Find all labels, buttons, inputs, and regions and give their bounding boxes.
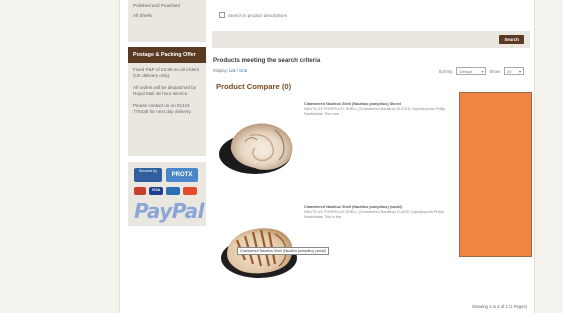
category-links: Polished and Poarlised All Shells bbox=[128, 0, 206, 42]
protx-logo: PROTX bbox=[166, 168, 198, 182]
search-description-option: Search in product descriptions bbox=[219, 12, 287, 18]
chevron-down-icon: ▾ bbox=[481, 68, 484, 74]
secured-by-badge: Secured by bbox=[134, 168, 162, 182]
search-bar: Search bbox=[212, 31, 530, 48]
product-compare-link[interactable]: Product Compare (0) bbox=[216, 82, 291, 91]
display-list-link[interactable]: List bbox=[229, 68, 236, 73]
product-image[interactable] bbox=[215, 112, 301, 178]
product-description: NAUTILUS POMPILIUS SHELL (Chambered Naut… bbox=[304, 210, 444, 219]
search-button[interactable]: Search bbox=[499, 35, 524, 44]
sidebar: Polished and Poarlised All Shells Postag… bbox=[128, 0, 206, 313]
product-tooltip: Chambered Nautilus Shell (Nautilus pompi… bbox=[237, 247, 330, 255]
display-grid-link[interactable]: Grid bbox=[239, 68, 247, 73]
paypal-logo: PayPal bbox=[134, 199, 205, 223]
sort-label: Sort By: bbox=[438, 68, 454, 74]
visa-card-icon: VISA bbox=[149, 187, 163, 195]
results-heading: Products meeting the search criteria bbox=[213, 57, 321, 64]
search-description-label: Search in product descriptions bbox=[228, 12, 288, 18]
show-label: Show: bbox=[489, 68, 501, 74]
product-details: Chambered Nautilus Shell (Nautilus pompi… bbox=[304, 205, 450, 220]
product-details: Chambered Nautilus Shell (Nautilus pompi… bbox=[304, 102, 450, 117]
payment-logos: Secured by PROTX VISA PayPal bbox=[128, 162, 206, 226]
product-description: NAUTILUS POMPILIUS SHELL (Chambered Naut… bbox=[304, 107, 446, 116]
advertisement-banner[interactable] bbox=[459, 92, 532, 257]
chevron-down-icon: ▾ bbox=[518, 68, 521, 74]
offer-text: Please contact us on 01424 775438 for ne… bbox=[133, 103, 192, 114]
maestro-card-icon bbox=[134, 187, 146, 195]
show-select[interactable]: 20 ▾ bbox=[504, 67, 524, 75]
display-label: Display: bbox=[213, 68, 228, 73]
postage-offer-box: Fixed P&P of £3.95 on all orders (UK del… bbox=[128, 63, 206, 156]
display-toggle: Display: List / Grid bbox=[213, 68, 248, 73]
sort-select[interactable]: Default ▾ bbox=[456, 67, 487, 75]
offer-text: Fixed P&P of £3.95 on all orders (UK del… bbox=[133, 67, 200, 78]
delta-card-icon bbox=[166, 187, 180, 195]
mastercard-card-icon bbox=[183, 187, 197, 195]
main-content: Search in product descriptions Search Pr… bbox=[212, 0, 532, 313]
category-link[interactable]: All Shells bbox=[133, 13, 201, 19]
search-description-checkbox[interactable] bbox=[219, 12, 225, 18]
category-link[interactable]: Polished and Poarlised bbox=[133, 3, 201, 9]
postage-title: Postage & Packing Offer bbox=[128, 47, 206, 63]
pagination-summary: Showing 1 to 2 of 2 (1 Pages) bbox=[471, 304, 527, 309]
offer-text: All orders will be dispatched by Royal M… bbox=[133, 85, 197, 96]
sort-controls: Sort By: Default ▾ Show: 20 ▾ bbox=[438, 67, 524, 75]
